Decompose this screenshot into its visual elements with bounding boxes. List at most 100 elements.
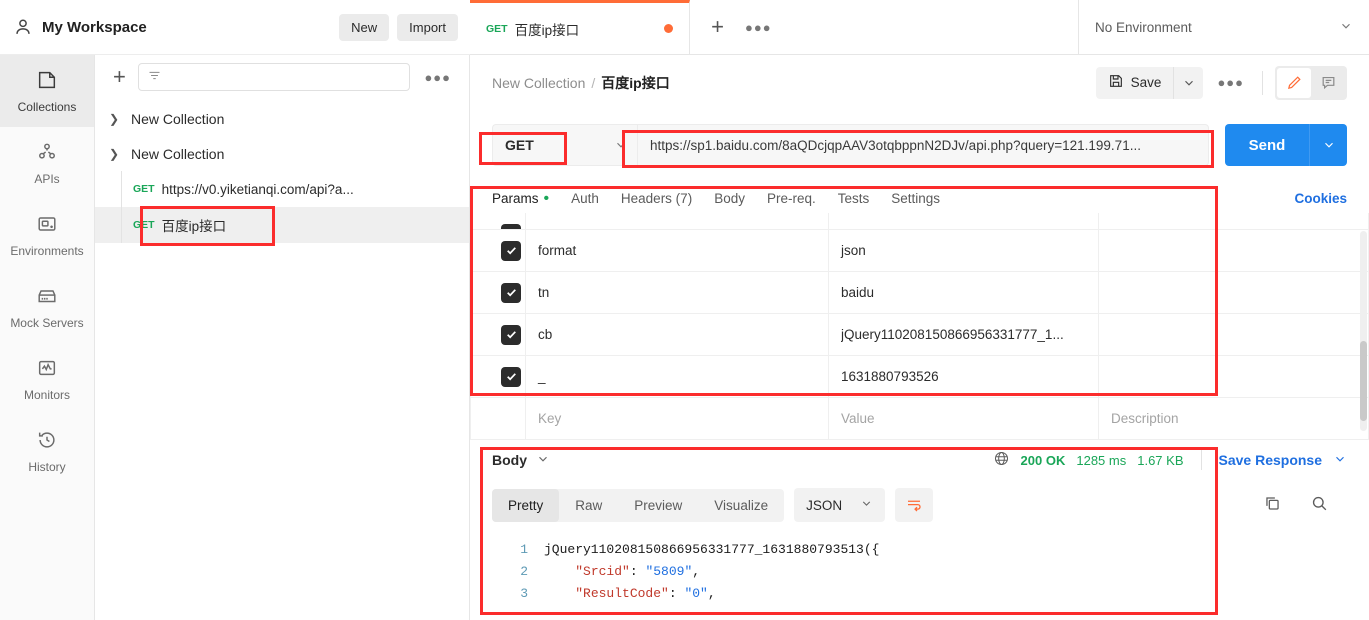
sidebar-filter-input[interactable] [137, 63, 411, 91]
url-input[interactable]: https://sp1.baidu.com/8aQDcjqpAAV3otqbpp… [638, 124, 1209, 166]
sidebar-request-row[interactable]: GET https://v0.yiketianqi.com/api?a... [95, 171, 469, 207]
chevron-down-icon[interactable] [1333, 452, 1347, 469]
response-language-selector[interactable]: JSON [794, 488, 886, 522]
copy-icon[interactable] [1263, 494, 1282, 516]
tab-body[interactable]: Body [714, 191, 745, 213]
param-key[interactable]: format [538, 243, 576, 258]
response-body-code[interactable]: 1 jQuery110208150866956331777_1631880793… [470, 530, 1369, 604]
sidebar-collection-row[interactable]: ❯ New Collection [95, 101, 469, 136]
response-body-title: Body [492, 452, 527, 468]
chevron-down-icon: ❯ [109, 146, 120, 161]
send-button[interactable]: Send [1225, 124, 1309, 166]
save-label: Save [1130, 75, 1162, 90]
chevron-down-icon [860, 497, 873, 513]
table-row[interactable]: _ 1631880793526 [470, 355, 1369, 398]
apis-icon [36, 141, 58, 166]
new-tab-button[interactable]: + [690, 0, 745, 54]
request-more-icon[interactable]: ●●● [1203, 75, 1258, 90]
tab-more-icon[interactable]: ●●● [745, 0, 786, 54]
param-checkbox[interactable] [501, 366, 521, 387]
param-checkbox[interactable] [501, 324, 521, 345]
rail-item-monitors[interactable]: Monitors [0, 343, 94, 415]
response-stats: 200 OK 1285 ms 1.67 KB Save Response [993, 450, 1347, 470]
tab-settings[interactable]: Settings [891, 191, 940, 213]
method-dropdown-icon[interactable] [604, 124, 638, 166]
tab-preview[interactable]: Preview [618, 489, 698, 522]
param-key[interactable]: tn [538, 285, 549, 300]
sidebar-request-row-selected[interactable]: GET 百度ip接口 [95, 207, 469, 243]
collections-icon [36, 69, 58, 94]
param-checkbox[interactable] [501, 240, 521, 261]
unsaved-dot-icon[interactable] [664, 24, 673, 33]
param-checkbox[interactable] [501, 223, 521, 229]
collection-label: New Collection [131, 110, 225, 127]
param-key-placeholder[interactable]: Key [538, 411, 561, 426]
chevron-down-icon[interactable] [536, 452, 550, 469]
import-button[interactable]: Import [397, 13, 458, 41]
wrap-lines-button[interactable] [895, 488, 934, 522]
cookies-link[interactable]: Cookies [1294, 191, 1347, 213]
breadcrumb-row: New Collection / 百度ip接口 Save ●●● [470, 55, 1369, 110]
method-selector[interactable]: GET [492, 124, 604, 166]
param-checkbox[interactable] [501, 282, 521, 303]
sidebar-collection-row[interactable]: ❯ New Collection [95, 136, 469, 171]
search-icon[interactable] [1310, 494, 1329, 516]
breadcrumb-separator: / [591, 74, 596, 91]
param-key[interactable]: cb [538, 327, 552, 342]
table-row[interactable]: tn baidu [470, 271, 1369, 314]
save-dropdown-button[interactable] [1173, 66, 1204, 99]
edit-pencil-button[interactable] [1277, 67, 1311, 98]
tab-baidu-ip[interactable]: GET 百度ip接口 [470, 0, 690, 54]
param-value[interactable]: json [841, 243, 866, 258]
breadcrumb-actions: Save ●●● [1095, 65, 1347, 100]
sidebar-more-icon[interactable]: ●●● [418, 70, 457, 85]
filter-icon [147, 68, 162, 86]
code-key: "Srcid" [575, 563, 630, 579]
rail-item-apis[interactable]: APIs [0, 127, 94, 199]
save-response-button[interactable]: Save Response [1219, 452, 1323, 468]
tab-params[interactable]: Params • [492, 191, 549, 213]
breadcrumb-collection[interactable]: New Collection [492, 75, 585, 91]
divider [1200, 450, 1202, 470]
user-avatar-icon [12, 16, 34, 38]
rail-item-collections[interactable]: Collections [0, 55, 94, 127]
code-punct: { [871, 541, 880, 557]
save-button[interactable]: Save [1095, 66, 1174, 99]
environment-label: No Environment [1095, 19, 1192, 35]
params-active-dot-icon: • [543, 190, 550, 207]
table-row[interactable]: format json [470, 229, 1369, 272]
param-value[interactable]: jQuery110208150866956331777_1... [841, 327, 1086, 342]
comments-button[interactable] [1311, 68, 1345, 98]
new-item-plus-icon[interactable]: + [109, 66, 130, 88]
tab-headers[interactable]: Headers (7) [621, 191, 692, 213]
request-label: 百度ip接口 [161, 219, 227, 234]
param-value[interactable]: 1631880793526 [841, 369, 939, 384]
environment-selector[interactable]: No Environment [1079, 0, 1369, 54]
send-dropdown-button[interactable] [1309, 124, 1347, 166]
workspace-header: My Workspace New Import [0, 0, 470, 55]
url-row: GET https://sp1.baidu.com/8aQDcjqpAAV3ot… [470, 110, 1369, 180]
param-value[interactable]: baidu [841, 285, 874, 300]
param-description-placeholder[interactable]: Description [1111, 411, 1179, 426]
param-value-placeholder[interactable]: Value [841, 411, 875, 426]
table-row[interactable]: cb jQuery110208150866956331777_1... [470, 313, 1369, 356]
tab-tests[interactable]: Tests [838, 191, 870, 213]
tab-method-badge: GET [486, 22, 508, 35]
environments-icon [36, 213, 58, 238]
new-button[interactable]: New [339, 13, 390, 41]
param-key[interactable]: _ [538, 369, 546, 384]
tab-prerequest[interactable]: Pre-req. [767, 191, 816, 213]
chevron-down-icon [1339, 19, 1353, 36]
request-section-tabs: Params • Auth Headers (7) Body Pre-req. T… [470, 180, 1369, 213]
rail-item-environments[interactable]: Environments [0, 199, 94, 271]
table-row-empty[interactable]: Key Value Description [470, 397, 1369, 440]
tab-auth[interactable]: Auth [571, 191, 599, 213]
rail-item-history[interactable]: History [0, 415, 94, 487]
params-scrollbar-thumb[interactable] [1360, 341, 1367, 421]
rail-item-mock-servers[interactable]: Mock Servers [0, 271, 94, 343]
response-format-bar: Pretty Raw Preview Visualize JSON [470, 480, 1369, 530]
line-number: 3 [520, 585, 528, 601]
tab-pretty[interactable]: Pretty [492, 488, 560, 522]
tab-visualize[interactable]: Visualize [698, 489, 784, 522]
tab-raw[interactable]: Raw [559, 489, 618, 522]
